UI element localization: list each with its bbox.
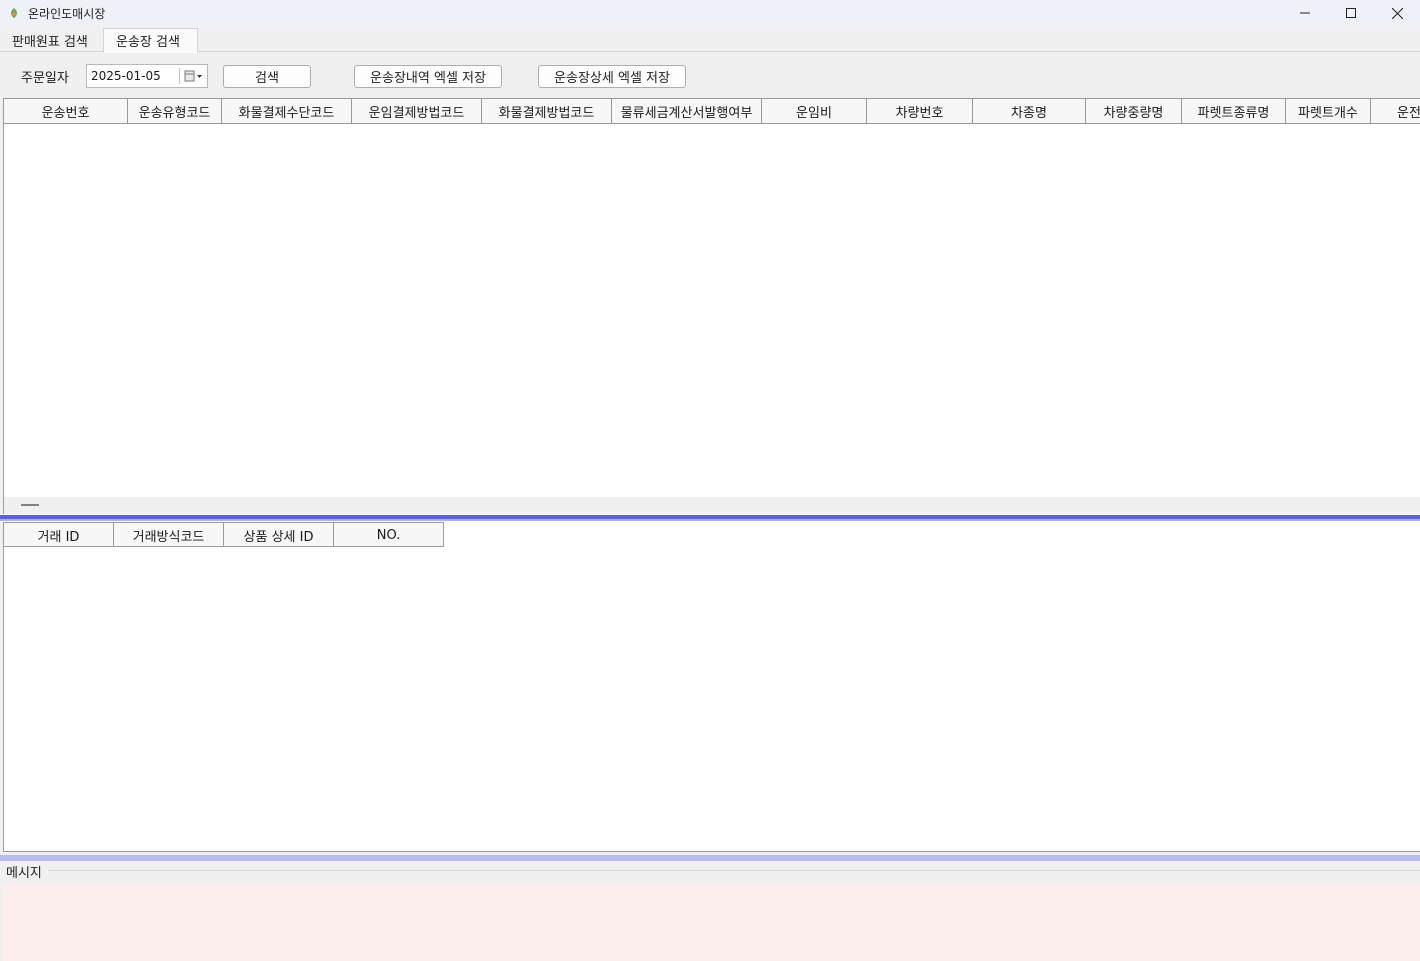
tab-label: 운송장 검색	[116, 35, 180, 50]
column-header[interactable]: 물류세금계산서발행여부	[612, 99, 762, 123]
tab-bar: 판매원표 검색 운송장 검색	[0, 28, 1420, 53]
column-header[interactable]: NO.	[334, 523, 444, 547]
column-header[interactable]: 운임비	[762, 99, 867, 123]
export-waybill-list-button[interactable]: 운송장내역 엑셀 저장	[354, 65, 502, 88]
column-header[interactable]: 운전	[1371, 99, 1420, 123]
message-panel: 메시지	[0, 861, 1420, 961]
column-header[interactable]: 차량번호	[867, 99, 973, 123]
search-button[interactable]: 검색	[223, 65, 311, 88]
waybill-detail-grid[interactable]: 거래 ID 거래방식코드 상품 상세 ID NO.	[3, 522, 1420, 852]
column-header[interactable]: 거래방식코드	[114, 523, 224, 547]
close-icon	[1391, 7, 1403, 19]
column-header[interactable]: 운송유형코드	[128, 99, 222, 123]
horizontal-scrollbar[interactable]	[4, 497, 1420, 514]
calendar-icon	[184, 70, 202, 82]
waybill-grid-header: 운송번호 운송유형코드 화물결제수단코드 운임결제방법코드 화물결제방법코드 물…	[4, 99, 1420, 124]
column-header[interactable]: 차량중량명	[1086, 99, 1182, 123]
waybill-grid[interactable]: 운송번호 운송유형코드 화물결제수단코드 운임결제방법코드 화물결제방법코드 물…	[3, 98, 1420, 514]
column-header[interactable]: 화물결제수단코드	[222, 99, 352, 123]
column-header[interactable]: 운송번호	[4, 99, 128, 123]
minimize-button[interactable]	[1282, 0, 1328, 26]
order-date-picker[interactable]: 2025-01-05	[86, 64, 208, 88]
scrollbar-thumb[interactable]	[21, 504, 39, 506]
detail-grid-header: 거래 ID 거래방식코드 상품 상세 ID NO.	[4, 522, 444, 547]
calendar-dropdown-button[interactable]	[181, 66, 207, 86]
column-header[interactable]: 파렛트개수	[1286, 99, 1371, 123]
maximize-button[interactable]	[1328, 0, 1374, 26]
window-title: 온라인도매시장	[28, 6, 106, 21]
minimize-icon	[1300, 12, 1310, 14]
app-logo-icon	[7, 6, 21, 20]
message-box[interactable]	[2, 883, 1420, 961]
maximize-icon	[1346, 8, 1356, 18]
column-header[interactable]: 파렛트종류명	[1182, 99, 1286, 123]
export-waybill-detail-button[interactable]: 운송장상세 엑셀 저장	[538, 65, 686, 88]
close-button[interactable]	[1374, 0, 1420, 26]
grid-splitter[interactable]	[0, 514, 1420, 522]
title-bar: 온라인도매시장	[0, 0, 1420, 26]
column-header[interactable]: 거래 ID	[4, 523, 114, 547]
column-header[interactable]: 운임결제방법코드	[352, 99, 482, 123]
search-toolbar: 주문일자 2025-01-05 검색 운송장내역 엑셀 저장 운송장상세 엑셀 …	[0, 53, 1420, 98]
order-date-value[interactable]: 2025-01-05	[91, 69, 161, 83]
tab-label: 판매원표 검색	[12, 34, 88, 50]
column-header[interactable]: 화물결제방법코드	[482, 99, 612, 123]
tab-sales-slip-search[interactable]: 판매원표 검색	[0, 28, 102, 52]
order-date-label: 주문일자	[21, 71, 69, 86]
message-label: 메시지	[6, 862, 46, 881]
column-header[interactable]: 상품 상세 ID	[224, 523, 334, 547]
tab-waybill-search[interactable]: 운송장 검색	[103, 28, 198, 53]
column-header[interactable]: 차종명	[973, 99, 1086, 123]
